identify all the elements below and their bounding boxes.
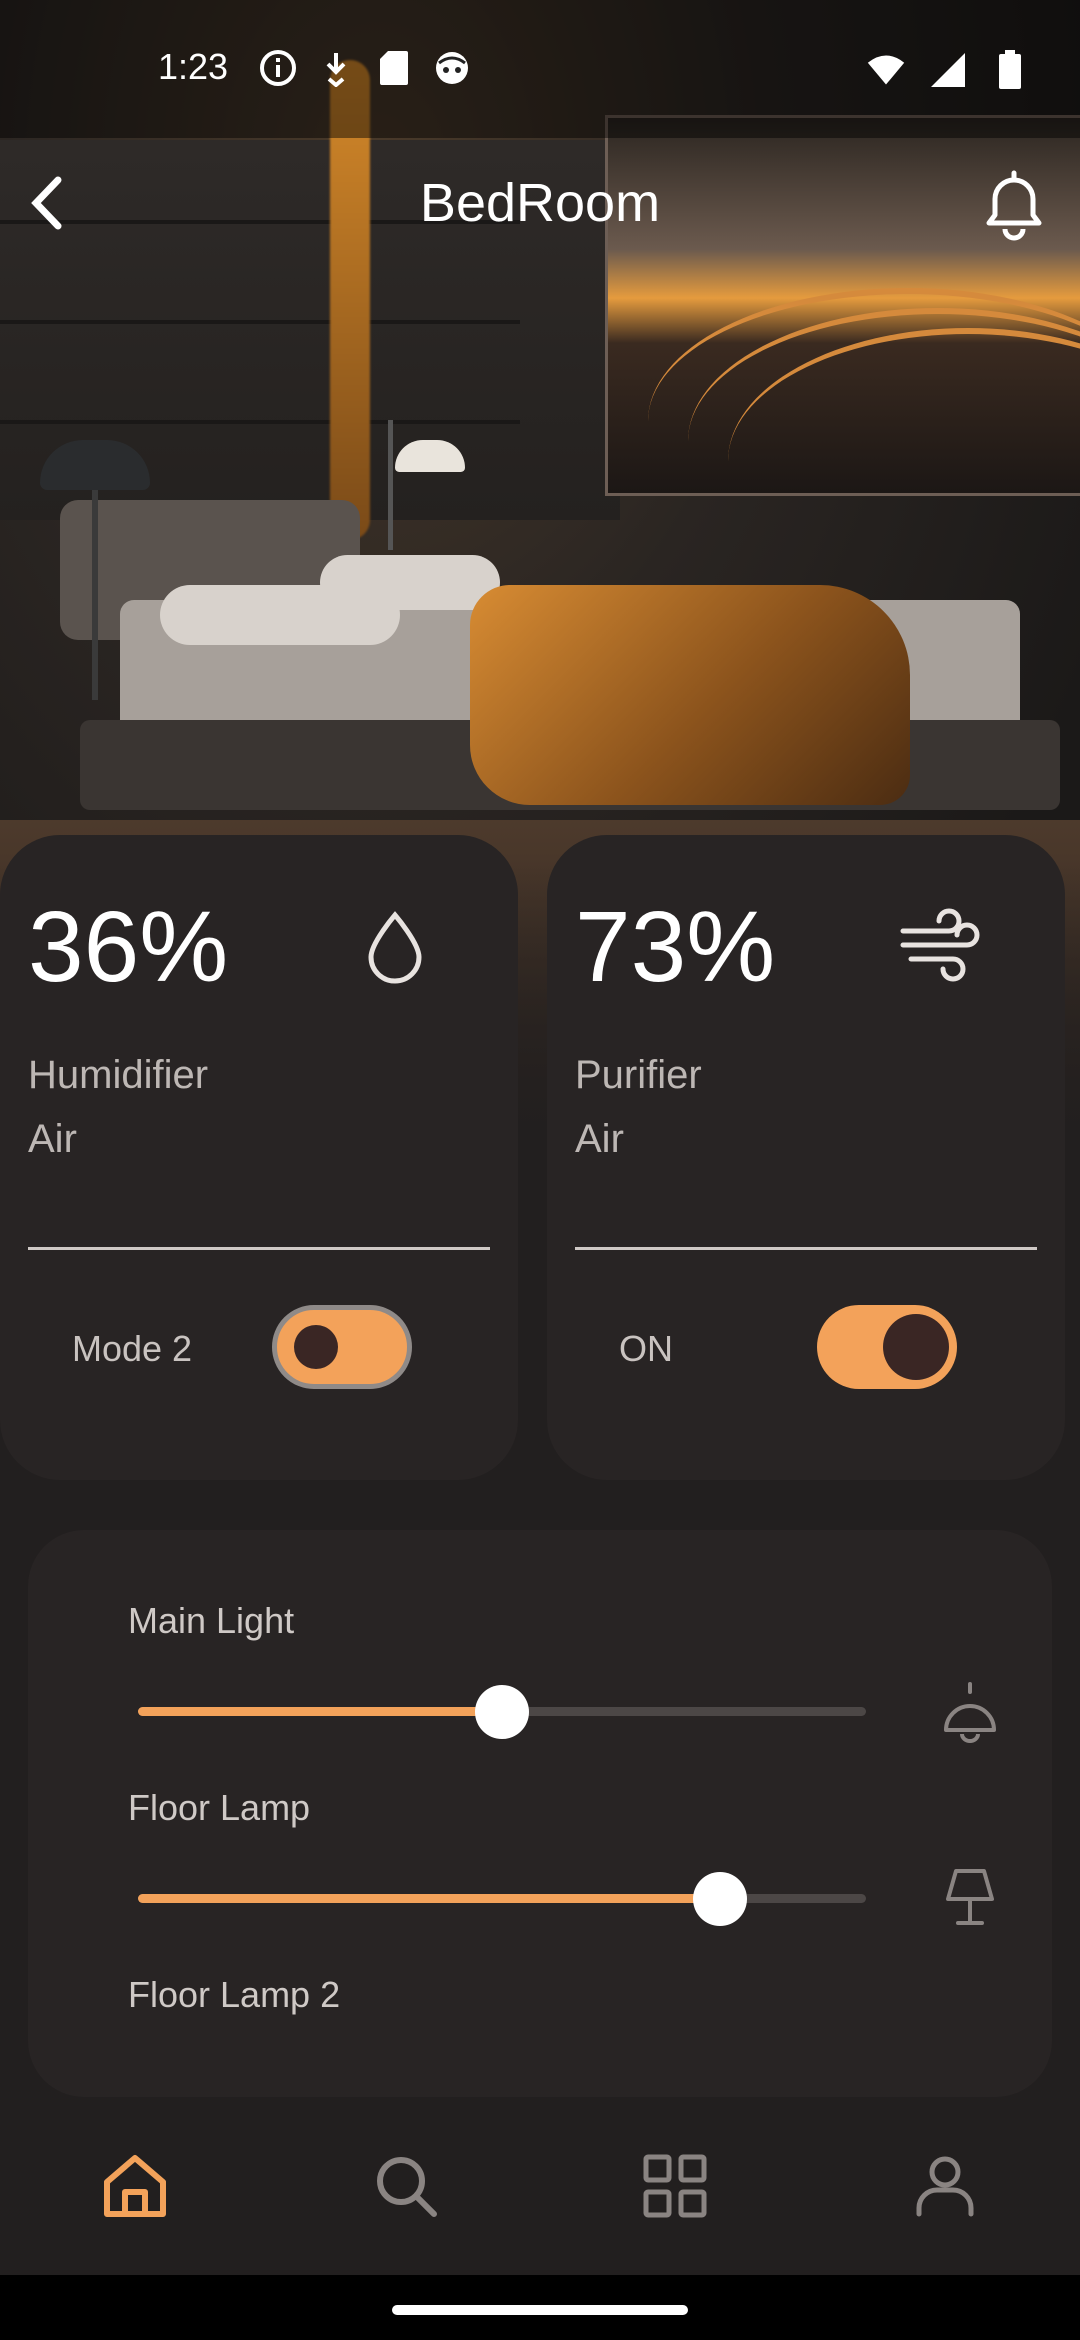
wind-icon	[897, 905, 980, 985]
grid-icon	[643, 2154, 707, 2218]
divider	[28, 1247, 490, 1250]
bell-icon	[986, 170, 1042, 241]
table-lamp-icon[interactable]	[938, 1865, 1002, 1929]
search-icon	[377, 2157, 437, 2217]
purifier-mode-label: ON	[619, 1328, 673, 1369]
purifier-label: Purifier	[575, 1053, 702, 1097]
humidifier-value: 36%	[28, 891, 229, 1003]
purifier-card[interactable]: 73% Purifier Air ON	[547, 835, 1065, 1480]
toggle-knob	[883, 1314, 949, 1380]
signal-icon	[928, 50, 968, 90]
status-time: 1:23	[158, 46, 229, 87]
profile-icon	[916, 2156, 974, 2217]
page-title: BedRoom	[419, 173, 661, 233]
slider-fill	[138, 1707, 502, 1716]
humidifier-mode-label: Mode 2	[72, 1328, 193, 1369]
slider-thumb[interactable]	[475, 1684, 529, 1739]
bottom-navigation	[0, 2120, 1080, 2275]
ceiling-lamp-icon[interactable]	[938, 1680, 1002, 1744]
nav-profile[interactable]	[907, 2148, 983, 2224]
toggle-knob	[294, 1325, 338, 1369]
sd-card-icon	[374, 48, 414, 88]
humidifier-sublabel: Air	[28, 1117, 77, 1161]
lights-panel: Main Light Floor Lamp Floor Lamp 2	[28, 1530, 1052, 2097]
purifier-toggle[interactable]	[817, 1305, 957, 1389]
floor-lamp-slider[interactable]	[138, 1871, 866, 1926]
main-light-slider[interactable]	[138, 1684, 866, 1739]
nav-home[interactable]	[97, 2148, 173, 2224]
divider	[575, 1247, 1037, 1250]
nav-search[interactable]	[368, 2148, 444, 2224]
droplet-icon	[355, 905, 435, 985]
slider-fill	[138, 1894, 721, 1903]
wifi-icon	[866, 50, 906, 90]
humidifier-card[interactable]: 36% Humidifier Air Mode 2	[0, 835, 518, 1480]
info-icon	[258, 48, 298, 88]
home-gesture-handle[interactable]	[392, 2305, 688, 2315]
face-icon	[432, 48, 472, 88]
slider-thumb[interactable]	[693, 1871, 748, 1926]
humidifier-toggle[interactable]	[272, 1305, 412, 1389]
nav-grid[interactable]	[637, 2148, 713, 2224]
purifier-value: 73%	[575, 891, 776, 1003]
main-light-label: Main Light	[128, 1600, 295, 1641]
battery-icon	[990, 50, 1030, 90]
humidifier-label: Humidifier	[28, 1053, 209, 1097]
notifications-button[interactable]	[975, 165, 1053, 245]
floor-lamp-2-label: Floor Lamp 2	[128, 1974, 341, 2015]
status-bar: 1:23	[0, 0, 1080, 138]
download-icon	[316, 48, 356, 88]
floor-lamp-label: Floor Lamp	[128, 1787, 311, 1828]
purifier-sublabel: Air	[575, 1117, 624, 1161]
home-icon	[104, 2155, 166, 2217]
